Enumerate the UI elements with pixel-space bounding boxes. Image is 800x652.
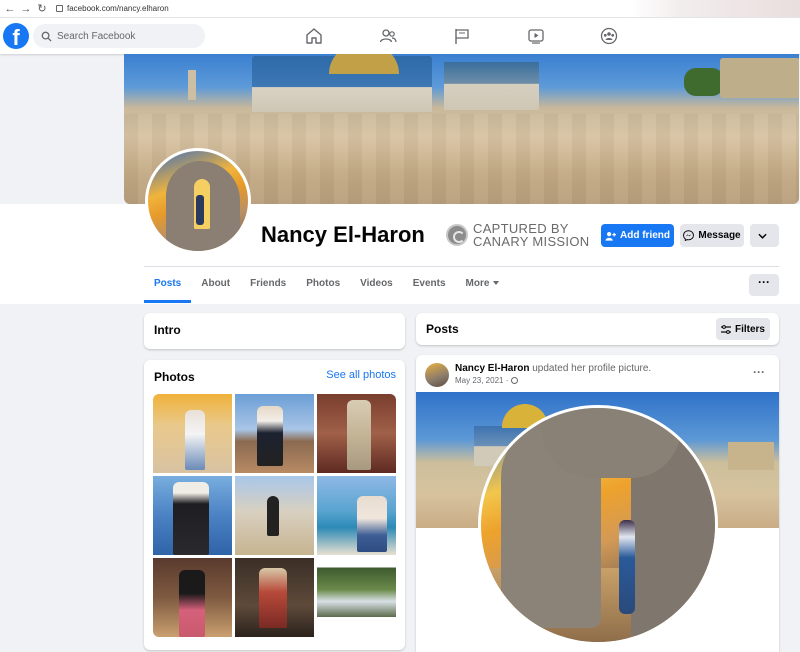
photo-thumbnail[interactable]: [153, 394, 232, 473]
search-box[interactable]: [33, 24, 205, 48]
add-friend-icon: [605, 231, 616, 241]
tab-about[interactable]: About: [191, 267, 240, 303]
add-friend-button[interactable]: Add friend: [601, 224, 674, 247]
messenger-icon: [683, 230, 695, 241]
forward-arrow-icon[interactable]: →: [20, 3, 32, 15]
caret-down-icon: [493, 281, 500, 286]
tab-friends[interactable]: Friends: [240, 267, 296, 303]
tab-more[interactable]: More: [456, 267, 510, 303]
photo-thumbnail[interactable]: [153, 558, 232, 637]
profile-name: Nancy El-Haron: [261, 222, 425, 247]
profile-picture[interactable]: [145, 148, 251, 254]
photos-title: Photos: [154, 370, 195, 384]
home-icon[interactable]: [305, 27, 323, 45]
facebook-logo-icon[interactable]: f: [3, 23, 29, 49]
post-options-button[interactable]: ···: [753, 365, 765, 379]
tab-more-label: More: [465, 278, 490, 289]
posts-header-card: Posts Filters: [416, 313, 779, 345]
intro-title: Intro: [154, 323, 181, 337]
filters-label: Filters: [734, 323, 765, 335]
profile-tabs: Posts About Friends Photos Videos Events…: [144, 267, 509, 303]
photos-grid: [153, 394, 396, 637]
chevron-down-icon: [758, 233, 767, 239]
post-profile-picture[interactable]: [478, 405, 718, 645]
photo-thumbnail[interactable]: [235, 558, 314, 637]
photo-thumbnail[interactable]: [317, 476, 396, 555]
stamp-seal-icon: [446, 224, 468, 246]
posts-title: Posts: [426, 322, 459, 336]
reload-icon[interactable]: ↻: [36, 3, 48, 15]
see-all-photos-link[interactable]: See all photos: [326, 369, 396, 381]
photo-thumbnail[interactable]: [317, 394, 396, 473]
post-author-name[interactable]: Nancy El-Haron: [455, 363, 529, 374]
post-action-text: updated her profile picture.: [529, 363, 652, 374]
photos-card: Photos See all photos: [144, 360, 405, 650]
tab-photos[interactable]: Photos: [296, 267, 350, 303]
groups-icon[interactable]: [600, 27, 618, 45]
post-meta: May 23, 2021 ·: [455, 376, 519, 385]
back-arrow-icon[interactable]: ←: [4, 3, 16, 15]
tabs-more-options-button[interactable]: ···: [749, 274, 779, 296]
address-bar[interactable]: facebook.com/nancy.elharon: [67, 4, 169, 13]
stamp-line-2: CANARY MISSION: [473, 234, 590, 249]
photo-thumbnail[interactable]: [153, 476, 232, 555]
video-icon[interactable]: [527, 27, 545, 45]
tab-posts[interactable]: Posts: [144, 267, 192, 303]
photo-thumbnail[interactable]: [317, 558, 396, 637]
facebook-top-bar: f: [0, 18, 800, 54]
tab-videos[interactable]: Videos: [350, 267, 403, 303]
profile-more-button[interactable]: [750, 224, 779, 247]
globe-icon: [511, 377, 519, 384]
search-input[interactable]: [57, 30, 197, 42]
photo-thumbnail[interactable]: [235, 394, 314, 473]
post-author-avatar[interactable]: [425, 363, 449, 387]
post-author-line: Nancy El-Haron updated her profile pictu…: [455, 363, 651, 374]
browser-tabs-area: [630, 0, 800, 17]
post-card: Nancy El-Haron updated her profile pictu…: [416, 355, 779, 652]
browser-toolbar: ← → ↻ facebook.com/nancy.elharon: [0, 0, 800, 18]
intro-card: Intro: [144, 313, 405, 349]
tab-events[interactable]: Events: [403, 267, 456, 303]
photo-thumbnail[interactable]: [235, 476, 314, 555]
filters-icon: [720, 324, 731, 334]
filters-button[interactable]: Filters: [716, 318, 770, 340]
friends-icon[interactable]: [379, 27, 397, 45]
post-date[interactable]: May 23, 2021 ·: [455, 376, 508, 385]
add-friend-label: Add friend: [620, 230, 670, 241]
lock-icon: [56, 5, 63, 12]
canary-mission-stamp: CAPTURED BY CANARY MISSION: [446, 222, 589, 248]
message-label: Message: [698, 230, 741, 241]
flag-icon[interactable]: [453, 27, 471, 45]
message-button[interactable]: Message: [680, 224, 744, 247]
search-icon: [41, 31, 52, 42]
